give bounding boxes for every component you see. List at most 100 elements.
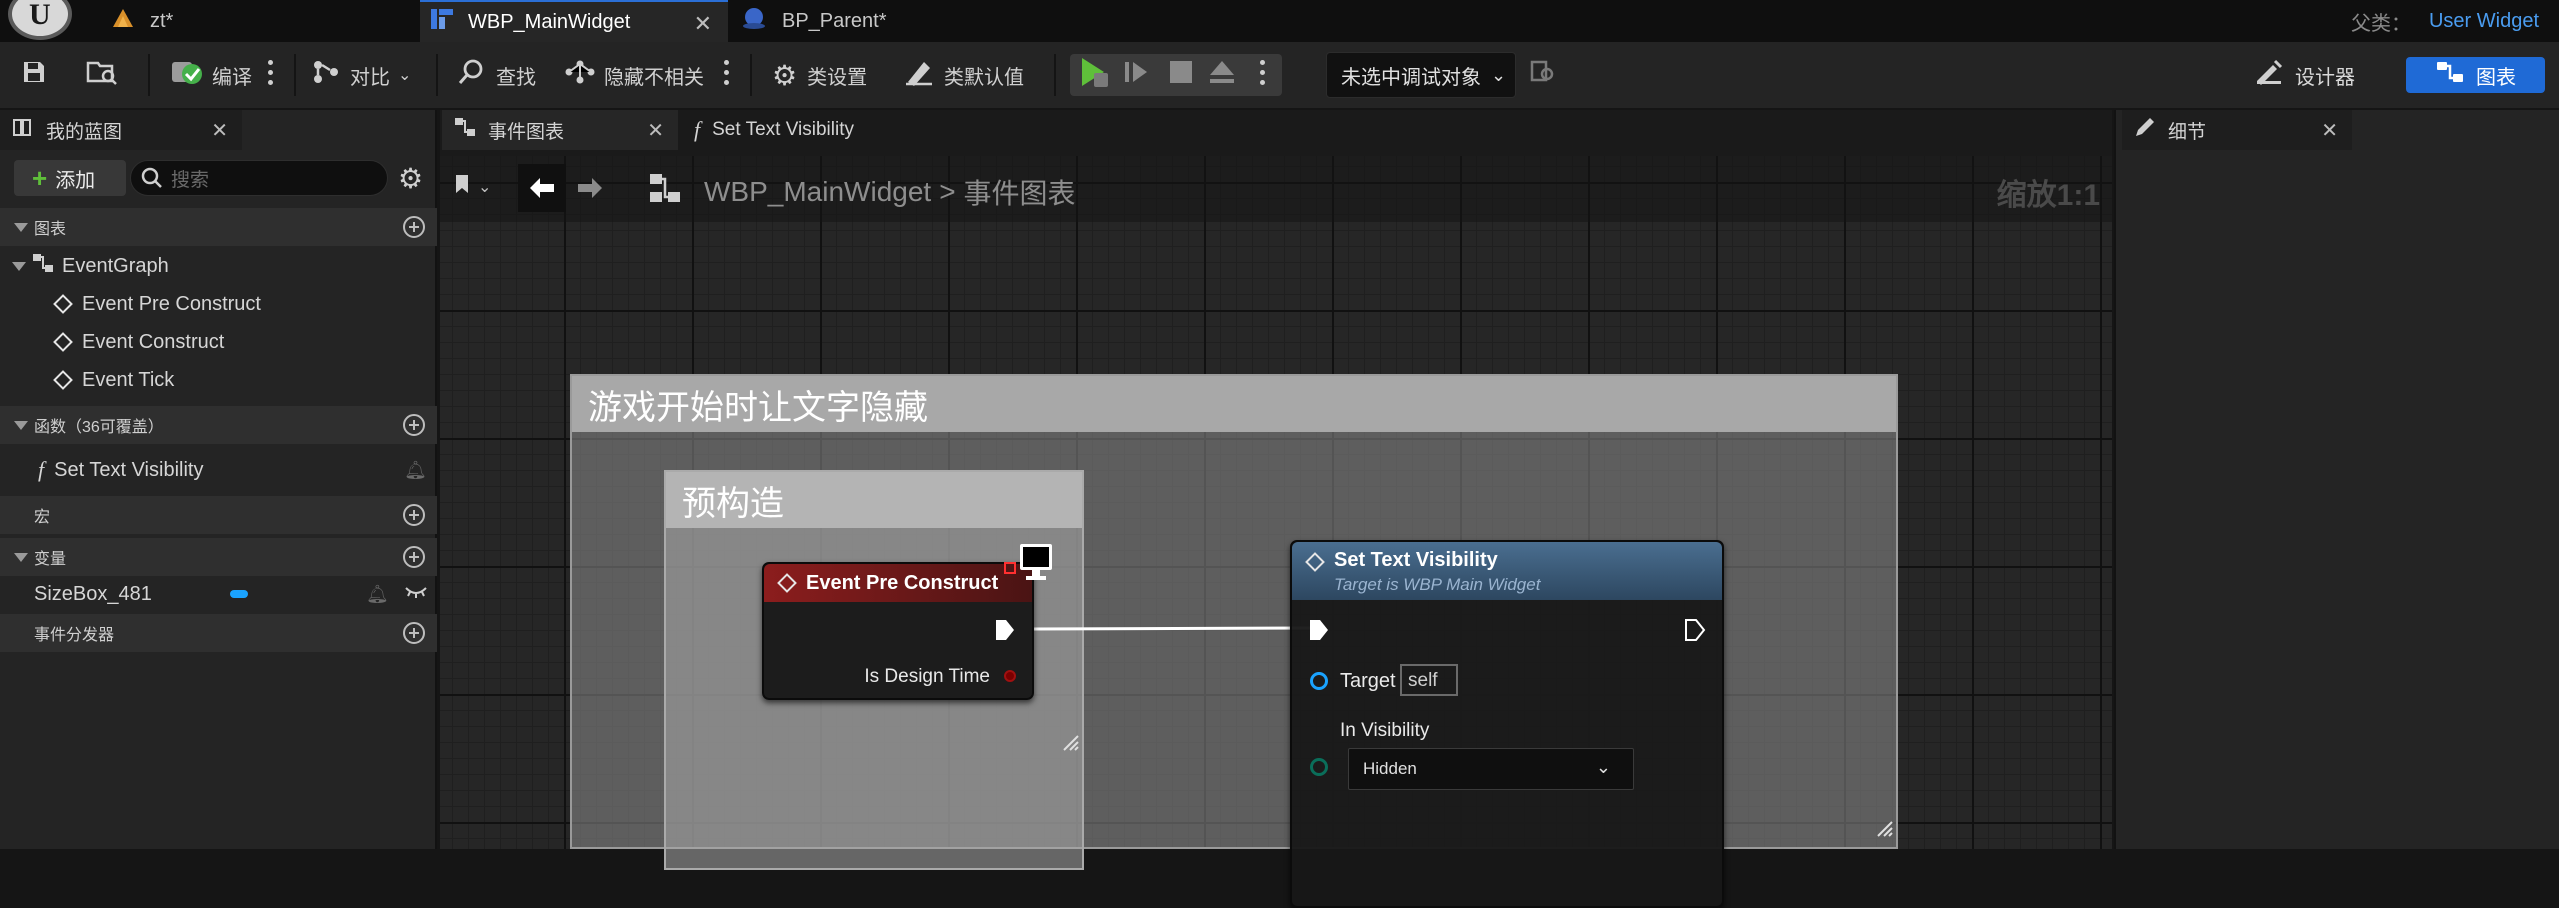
- compile-button[interactable]: 编译: [170, 42, 252, 108]
- function-node-icon: [1305, 552, 1325, 572]
- event-graph-item[interactable]: EventGraph: [0, 248, 437, 284]
- chevron-down-icon: ⌄: [1595, 757, 1611, 777]
- node-event-pre-construct[interactable]: Event Pre Construct Is Design Time: [762, 562, 1034, 700]
- browse-button[interactable]: [86, 42, 118, 108]
- variables-section-label: 变量: [34, 551, 67, 568]
- compile-check-icon: [170, 58, 202, 92]
- designer-mode-button[interactable]: 设计器: [2255, 56, 2365, 94]
- event-item-construct[interactable]: Event Construct: [53, 324, 225, 360]
- diff-icon: [312, 59, 342, 91]
- step-button[interactable]: [1122, 42, 1150, 108]
- add-label: 添加: [55, 169, 96, 192]
- add-function-icon[interactable]: [403, 414, 425, 436]
- collapse-arrow-icon: [12, 261, 26, 271]
- tab-label: BP_Parent*: [782, 9, 887, 32]
- my-blueprint-tab[interactable]: 我的蓝图 ✕: [0, 110, 242, 150]
- event-icon: [53, 294, 73, 314]
- tab-bp-parent[interactable]: BP_Parent*: [730, 0, 1050, 42]
- exec-out-pin-icon[interactable]: [1684, 618, 1706, 647]
- debug-object-select[interactable]: 未选中调试对象 ⌄: [1326, 52, 1516, 98]
- collapse-arrow-icon: [14, 420, 28, 430]
- graphs-section-label: 图表: [34, 221, 67, 238]
- add-graph-icon[interactable]: [403, 216, 425, 238]
- event-graph-label: EventGraph: [62, 254, 169, 277]
- tab-wbp-mainwidget[interactable]: WBP_MainWidget ✕: [420, 0, 728, 42]
- add-variable-icon[interactable]: [403, 546, 425, 568]
- variables-section-header[interactable]: 变量: [0, 538, 437, 576]
- exec-out-pin-icon[interactable]: [994, 618, 1016, 647]
- add-button[interactable]: + 添加: [14, 160, 126, 196]
- exec-in-pin-icon[interactable]: [1308, 618, 1330, 647]
- enum-pin-icon[interactable]: [1310, 758, 1328, 776]
- graphs-section-header[interactable]: 图表: [0, 208, 437, 246]
- graph-editor: 事件图表 ✕ f Set Text Visibility ⌄ WBP_MainW…: [440, 110, 2112, 908]
- graph-mode-label: 图表: [2476, 66, 2516, 89]
- diff-label: 对比: [350, 66, 390, 89]
- eject-icon: [1208, 59, 1236, 91]
- play-options-icon[interactable]: [1260, 60, 1266, 88]
- close-icon[interactable]: ✕: [211, 118, 228, 143]
- gear-icon: ⚙: [772, 59, 798, 91]
- toolbar-divider: [1054, 54, 1056, 96]
- save-button[interactable]: [22, 42, 46, 108]
- variable-item-sizebox[interactable]: SizeBox_481 🔔︎: [0, 576, 437, 612]
- variable-label: SizeBox_481: [34, 582, 152, 605]
- toolbar-divider: [294, 54, 296, 96]
- node-title: Event Pre Construct: [806, 571, 999, 594]
- macros-section-label: 宏: [34, 509, 51, 526]
- toolbar: 编译 对比 ⌄ 查找 隐藏不相关 ⚙ 类设置 类默认值 未选中调试对象 ⌄ 设计…: [0, 42, 2559, 108]
- event-item-tick[interactable]: Event Tick: [53, 362, 174, 398]
- debug-filter-button[interactable]: [1530, 42, 1556, 108]
- bool-pin-icon[interactable]: [1004, 670, 1016, 682]
- object-pin-icon[interactable]: [1310, 672, 1328, 690]
- stop-button[interactable]: [1168, 42, 1194, 108]
- compile-options-icon[interactable]: [268, 60, 274, 88]
- visibility-eye-icon[interactable]: [404, 582, 428, 606]
- macros-section-header[interactable]: 宏: [0, 496, 437, 534]
- class-settings-button[interactable]: ⚙ 类设置: [772, 42, 867, 108]
- debug-object-value: 未选中调试对象: [1341, 66, 1481, 89]
- visibility-select[interactable]: Hidden ⌄: [1348, 748, 1634, 790]
- find-label: 查找: [496, 66, 536, 89]
- details-tab[interactable]: 细节 ✕: [2122, 110, 2352, 150]
- search-placeholder: 搜索: [171, 169, 210, 191]
- parent-class-link[interactable]: User Widget: [2429, 10, 2539, 33]
- eject-button[interactable]: [1208, 42, 1236, 108]
- collapse-arrow-icon: [14, 222, 28, 232]
- tab-zt[interactable]: zt*: [100, 0, 420, 42]
- save-icon: [22, 60, 46, 90]
- find-button[interactable]: 查找: [458, 42, 536, 108]
- play-button[interactable]: [1076, 42, 1112, 108]
- event-graph-icon: [32, 253, 54, 279]
- play-icon: [1076, 55, 1112, 95]
- my-blueprint-tab-label: 我的蓝图: [46, 121, 123, 143]
- class-defaults-button[interactable]: 类默认值: [904, 42, 1024, 108]
- tab-label: zt*: [150, 9, 174, 32]
- details-tab-label: 细节: [2168, 121, 2207, 143]
- unreal-logo-icon[interactable]: [8, 0, 72, 40]
- details-panel: 细节 ✕: [2114, 110, 2559, 849]
- close-icon[interactable]: ✕: [694, 11, 712, 37]
- debug-filter-icon: [1530, 60, 1556, 90]
- graph-mode-button[interactable]: 图表: [2406, 57, 2545, 93]
- blueprint-icon: [742, 7, 766, 35]
- settings-gear-icon[interactable]: ⚙: [398, 162, 423, 195]
- function-item-set-text-visibility[interactable]: f Set Text Visibility 🔔︎: [0, 452, 437, 488]
- close-icon[interactable]: ✕: [2321, 118, 2338, 143]
- target-value-box[interactable]: self: [1400, 664, 1458, 696]
- hide-unrelated-options-icon[interactable]: [724, 60, 730, 88]
- add-dispatcher-icon[interactable]: [403, 622, 425, 644]
- node-set-text-visibility[interactable]: Set Text Visibility Target is WBP Main W…: [1290, 540, 1724, 908]
- browse-icon: [86, 59, 118, 91]
- node-header: Set Text Visibility Target is WBP Main W…: [1292, 542, 1722, 600]
- event-label: Event Construct: [82, 330, 225, 353]
- designer-icon: [2255, 59, 2283, 91]
- search-input[interactable]: 搜索: [130, 160, 388, 196]
- add-macro-icon[interactable]: [403, 504, 425, 526]
- diff-button[interactable]: 对比 ⌄: [312, 42, 411, 108]
- functions-section-header[interactable]: 函数（36可覆盖）: [0, 406, 437, 444]
- dispatchers-section-header[interactable]: 事件分发器: [0, 614, 437, 652]
- hide-unrelated-button[interactable]: 隐藏不相关: [564, 42, 704, 108]
- class-defaults-icon: [904, 58, 934, 92]
- event-item-pre-construct[interactable]: Event Pre Construct: [53, 286, 261, 322]
